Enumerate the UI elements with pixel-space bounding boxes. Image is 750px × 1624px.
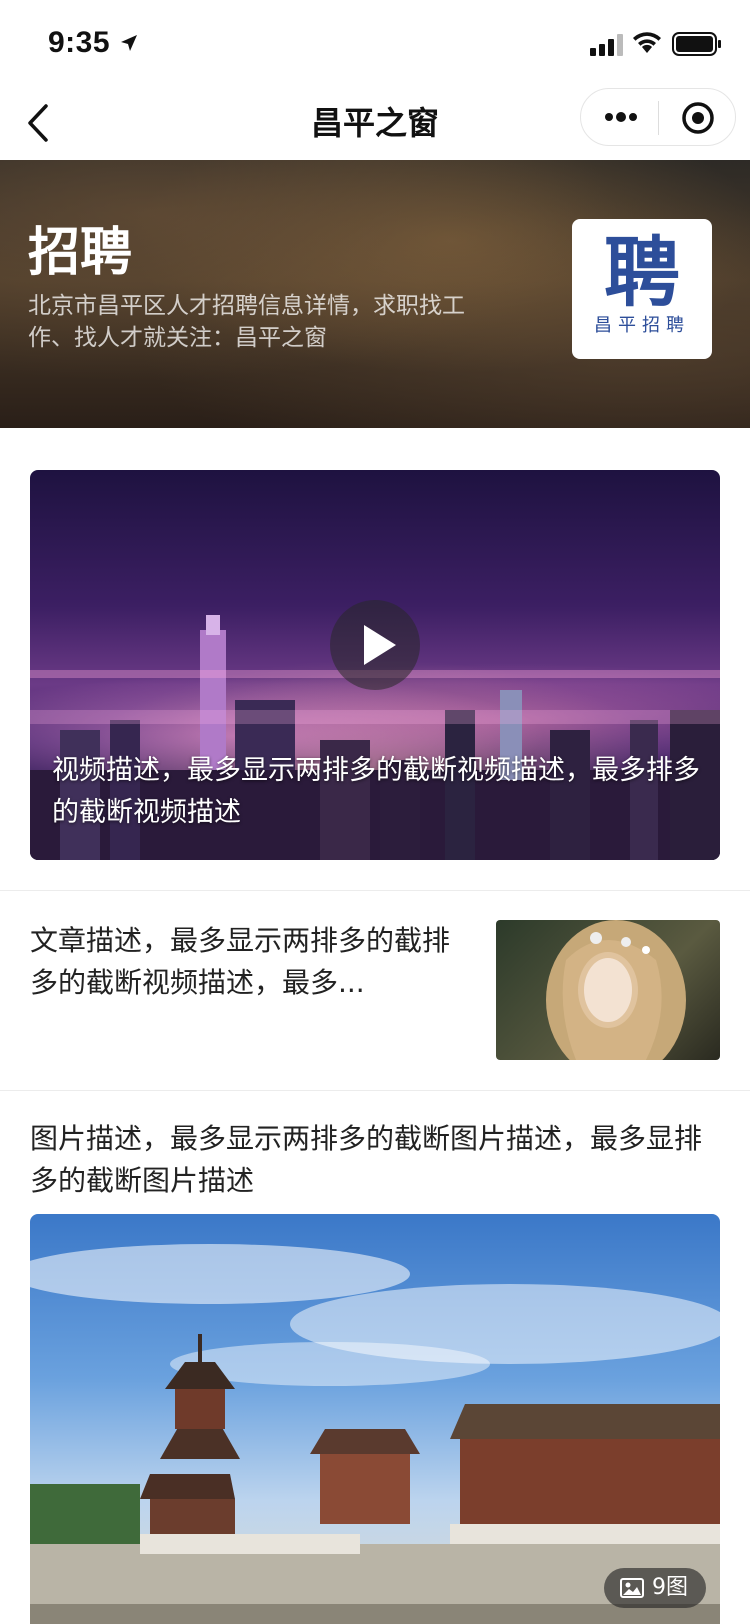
wifi-icon bbox=[633, 32, 661, 53]
article-card[interactable]: 文章描述，最多显示两排多的截排多的截断视频描述，最多... bbox=[0, 890, 750, 1090]
image-count-badge: 9图 bbox=[604, 1568, 706, 1608]
banner-description: 北京市昌平区人才招聘信息详情，求职找工作、找人才就关注：昌平之窗 bbox=[28, 293, 465, 351]
capsule-divider bbox=[658, 101, 659, 135]
play-button[interactable] bbox=[330, 600, 420, 690]
woman-portrait-image bbox=[546, 920, 686, 1060]
location-arrow-icon bbox=[121, 35, 137, 51]
logo-character: 聘 bbox=[604, 228, 680, 317]
palace-image bbox=[30, 1244, 720, 1624]
battery-icon bbox=[672, 32, 721, 56]
article-thumbnail bbox=[496, 920, 720, 1060]
video-caption: 视频描述，最多显示两排多的截断视频描述，最多排多的截断视频描述 bbox=[52, 755, 700, 828]
picture-description: 图片描述，最多显示两排多的截断图片描述，最多显排多的截断图片描述 bbox=[30, 1122, 703, 1197]
image-gallery-icon bbox=[620, 1578, 644, 1598]
close-mini-program-icon[interactable] bbox=[681, 101, 715, 135]
cellular-signal-icon bbox=[590, 34, 623, 56]
more-options-icon[interactable] bbox=[603, 105, 639, 129]
video-card[interactable]: 视频描述，最多显示两排多的截断视频描述，最多排多的截断视频描述 bbox=[30, 470, 720, 860]
picture-image[interactable]: 9图 bbox=[30, 1214, 720, 1624]
image-count-label: 9图 bbox=[652, 1575, 688, 1600]
recruitment-banner: 招聘 北京市昌平区人才招聘信息详情，求职找工作、找人才就关注：昌平之窗 聘 昌平… bbox=[0, 160, 750, 428]
play-icon bbox=[364, 625, 396, 665]
mini-program-capsule bbox=[580, 88, 736, 146]
navigation-bar: 昌平之窗 bbox=[0, 88, 750, 160]
divider bbox=[0, 1090, 750, 1091]
status-time: 9:35 bbox=[48, 26, 111, 59]
logo-caption: 昌平招聘 bbox=[594, 315, 690, 336]
status-bar: 9:35 bbox=[0, 0, 750, 88]
banner-heading: 招聘 bbox=[28, 223, 133, 283]
recruitment-logo: 聘 昌平招聘 bbox=[572, 219, 712, 359]
article-description: 文章描述，最多显示两排多的截排多的截断视频描述，最多... bbox=[30, 924, 451, 999]
